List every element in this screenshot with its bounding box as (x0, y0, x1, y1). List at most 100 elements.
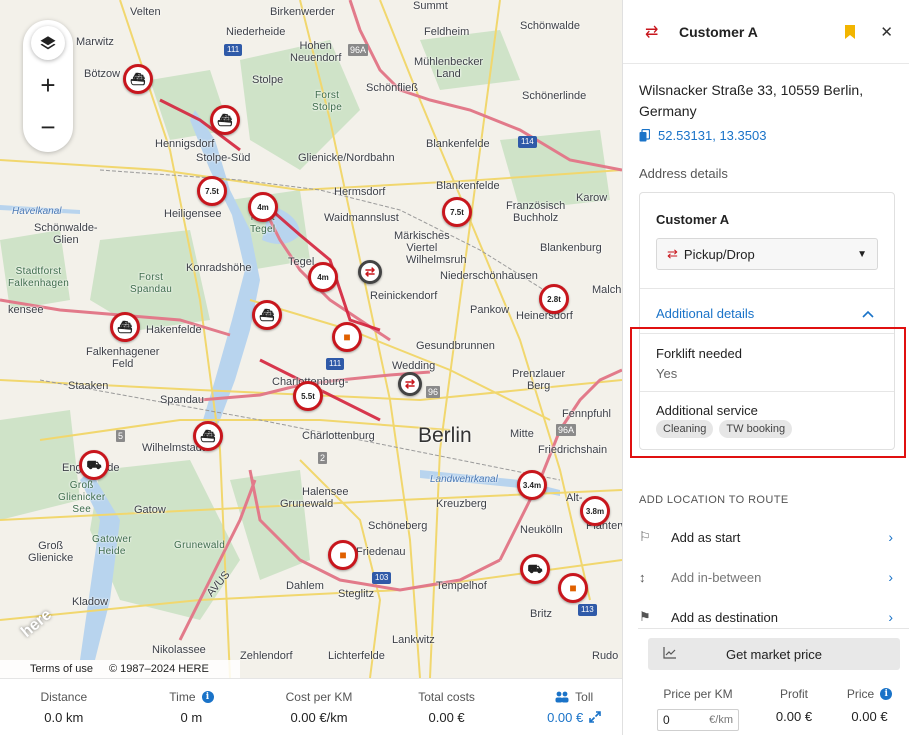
weight-restriction-marker[interactable]: 7.5t (442, 197, 472, 227)
stat-value: 0.00 € (547, 709, 584, 725)
panel-header: ⇄ Customer A ✕ (623, 0, 909, 64)
map-label: Havelkanal (12, 206, 62, 217)
toll-value-row[interactable]: 0.00 € (547, 709, 602, 725)
map-label: Kreuzberg (436, 498, 487, 510)
toll-people-icon (555, 691, 569, 702)
map-label: Waidmannslust (324, 212, 399, 224)
layers-button[interactable] (31, 26, 65, 60)
ferry-restriction-marker[interactable]: ⛴ (193, 421, 223, 451)
stat-time: Time i 0 m (128, 679, 256, 735)
map-label: Heiligensee (164, 208, 222, 220)
weight-restriction-marker[interactable]: 5.5t (293, 381, 323, 411)
map-label: Feldheim (424, 26, 470, 38)
map-label: Hermsdorf (334, 186, 386, 198)
map-label: Nikolassee (152, 644, 206, 656)
zoom-out-button[interactable]: − (23, 106, 73, 148)
map-label: Französisch Buchholz (506, 200, 566, 224)
map-label: Niederheide (226, 26, 286, 38)
button-label: Get market price (725, 646, 823, 662)
truck-restriction-marker[interactable]: ⛟ (79, 450, 109, 480)
height-restriction-marker[interactable]: 3.8m (580, 496, 610, 526)
weight-restriction-marker[interactable]: 2.8t (539, 284, 569, 314)
road-shield: 2 (318, 452, 328, 464)
map-view[interactable]: Velten Birkenwerder Summt Schönwalde Mar… (0, 0, 622, 678)
get-market-price-button[interactable]: Get market price (648, 638, 900, 670)
height-restriction-marker[interactable]: 4m (248, 192, 278, 222)
stat-label: Price (846, 687, 875, 701)
map-label: Summt (413, 0, 448, 12)
add-in-between-button[interactable]: ↕ Add in-between › (639, 566, 893, 588)
road-shield: 111 (326, 358, 345, 370)
map-label: Groß Glienicker See (58, 480, 106, 515)
weight-restriction-marker[interactable]: 7.5t (197, 176, 227, 206)
divider (640, 333, 894, 334)
flag-outline-icon: ⚐ (639, 529, 651, 544)
add-as-start-button[interactable]: ⚐ Add as start › (639, 526, 893, 548)
height-restriction-marker[interactable]: 3.4m (517, 470, 547, 500)
map-label: Falkenhagener Feld (86, 346, 160, 370)
road-shield: 113 (578, 604, 597, 616)
location-type-select[interactable]: ⇄ Pickup/Drop ▼ (656, 238, 878, 270)
pickup-drop-icon: ⇄ (667, 246, 678, 261)
stat-label-row: Toll (555, 690, 593, 704)
map-label: Prenzlauer Berg (512, 368, 566, 392)
add-as-destination-button[interactable]: ⚑ Add as destination › (639, 606, 893, 628)
expand-icon[interactable] (589, 711, 602, 723)
coordinates[interactable]: 52.53131, 13.3503 (639, 128, 766, 143)
location-pin[interactable]: ⇄ (358, 260, 382, 284)
hazard-restriction-marker[interactable]: ■ (558, 573, 588, 603)
address-text: Wilsnacker Straße 33, 10559 Berlin, Germ… (639, 82, 864, 119)
stat-total-costs: Total costs 0.00 € (383, 679, 511, 735)
map-label: Steglitz (338, 588, 375, 600)
map-label: Lichterfelde (328, 650, 385, 662)
route-item-label: Add as destination (671, 609, 778, 625)
stat-distance: Distance 0.0 km (0, 679, 128, 735)
ferry-restriction-marker[interactable]: ⛴ (110, 312, 140, 342)
zoom-in-button[interactable]: + (23, 64, 73, 106)
map-label: Rudo (592, 650, 619, 662)
info-icon[interactable]: i (201, 690, 214, 703)
map-label: Hennigsdorf (155, 138, 215, 150)
stat-value: 0.0 km (44, 709, 84, 725)
road-shield: 5 (116, 430, 126, 442)
stat-label: Distance (40, 689, 88, 704)
road-shield: 96A (348, 44, 369, 56)
caret-down-icon: ▼ (857, 248, 867, 260)
map-label: Neukölln (520, 524, 563, 536)
map-label: Grunewald (280, 498, 334, 510)
map-label: Britz (530, 608, 552, 620)
copy-icon[interactable] (639, 129, 650, 142)
info-icon[interactable]: i (880, 688, 893, 700)
price: Price i 0.00 € (830, 687, 909, 731)
forklift-label: Forklift needed (656, 346, 742, 361)
map-label: Lankwitz (392, 634, 435, 646)
map-label: Malch (592, 284, 622, 296)
stat-toll[interactable]: Toll 0.00 € (510, 679, 638, 735)
map-label: Kladow (72, 596, 109, 608)
price-per-km-input[interactable]: 0 €/km (657, 709, 739, 731)
map-label: Velten (130, 6, 161, 18)
stat-label: Price per KM (663, 687, 733, 701)
hazard-restriction-marker[interactable]: ■ (332, 322, 362, 352)
hazard-restriction-marker[interactable]: ■ (328, 540, 358, 570)
map-label: Grunewald (174, 540, 226, 551)
stat-value: 0.00 € (851, 709, 888, 724)
truck-restriction-marker[interactable]: ⛟ (520, 554, 550, 584)
map-label: Heinersdorf (516, 310, 573, 322)
close-icon[interactable]: ✕ (880, 23, 893, 41)
forklift-value: Yes (656, 366, 678, 381)
customer-a-pin[interactable]: ⇄ (398, 372, 422, 396)
ferry-restriction-marker[interactable]: ⛴ (252, 300, 282, 330)
chevron-up-icon[interactable] (862, 310, 874, 318)
map-label: Wedding (392, 360, 436, 372)
location-type-value: Pickup/Drop (683, 246, 755, 262)
terms-link[interactable]: Terms of use (30, 663, 93, 675)
additional-details-toggle[interactable]: Additional details (656, 306, 754, 321)
map-label: Groß Glienicke (28, 540, 74, 564)
bookmark-icon[interactable] (844, 24, 856, 39)
height-restriction-marker[interactable]: 4m (308, 262, 338, 292)
ferry-restriction-marker[interactable]: ⛴ (123, 64, 153, 94)
ferry-restriction-marker[interactable]: ⛴ (210, 105, 240, 135)
map-label: Staaken (68, 380, 109, 392)
location-detail-panel: ⇄ Customer A ✕ Wilsnacker Straße 33, 105… (622, 0, 909, 735)
